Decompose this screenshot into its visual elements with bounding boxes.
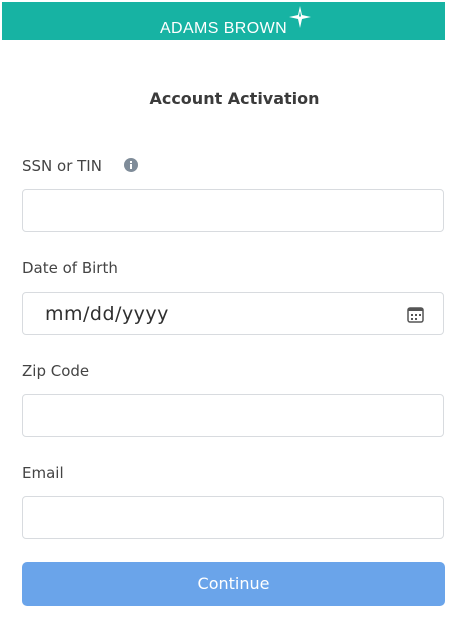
dob-label: Date of Birth xyxy=(22,259,118,277)
ssn-input[interactable] xyxy=(22,189,444,232)
info-icon[interactable] xyxy=(124,158,138,172)
dob-placeholder: mm/dd/yyyy xyxy=(45,303,169,325)
email-input[interactable] xyxy=(22,496,444,539)
brand-header: ADAMS BROWN xyxy=(2,2,445,40)
email-label: Email xyxy=(22,464,64,482)
continue-button[interactable]: Continue xyxy=(22,562,445,606)
ssn-label: SSN or TIN xyxy=(22,157,102,175)
zip-input[interactable] xyxy=(22,394,444,437)
dob-input[interactable]: mm/dd/yyyy xyxy=(22,292,444,335)
page-title: Account Activation xyxy=(149,89,320,108)
brand-name: ADAMS BROWN xyxy=(159,20,288,37)
zip-label: Zip Code xyxy=(22,362,90,380)
account-activation-page: ADAMS BROWN Account Activation SSN or TI… xyxy=(0,0,464,617)
brand-logo: ADAMS BROWN xyxy=(2,6,445,38)
compass-star-icon xyxy=(289,6,311,28)
calendar-icon[interactable] xyxy=(407,306,424,323)
